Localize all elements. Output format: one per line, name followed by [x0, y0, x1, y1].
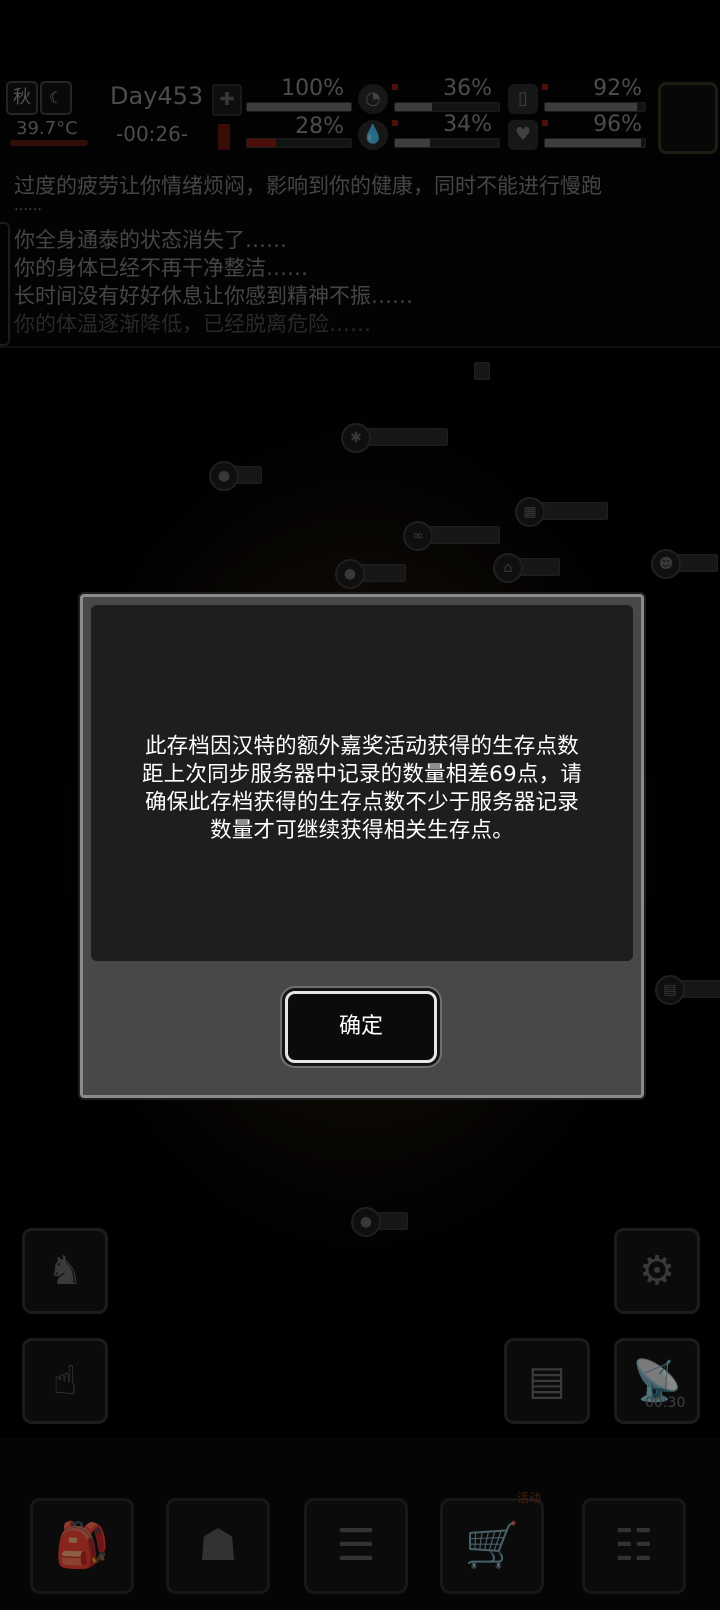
dialog-message-line: 此存档因汉特的额外嘉奖活动获得的生存点数: [144, 734, 579, 759]
confirm-button[interactable]: 确定: [285, 991, 437, 1063]
dialog-message: 此存档因汉特的额外嘉奖活动获得的生存点数 距上次同步服务器中记录的数量相差69点…: [121, 733, 603, 845]
dialog-message-line: 距上次同步服务器中记录的数量相差69点，请: [141, 762, 583, 787]
dialog-message-line: 数量才可继续获得相关生存点。: [210, 818, 514, 843]
dialog-message-line: 确保此存档获得的生存点数不少于服务器记录: [144, 790, 579, 815]
dialog-body: 此存档因汉特的额外嘉奖活动获得的生存点数 距上次同步服务器中记录的数量相差69点…: [91, 605, 633, 961]
sync-warning-dialog: 此存档因汉特的额外嘉奖活动获得的生存点数 距上次同步服务器中记录的数量相差69点…: [80, 594, 644, 1098]
